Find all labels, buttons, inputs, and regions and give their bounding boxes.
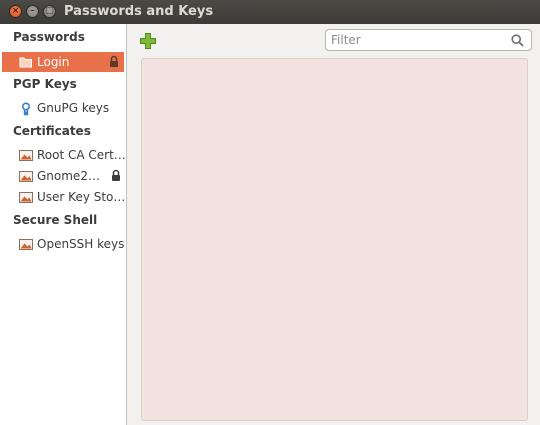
minimize-window-button[interactable]: – (26, 5, 39, 18)
lock-icon (109, 55, 119, 71)
section-certificates-heading: Certificates (13, 124, 91, 138)
title-bar[interactable]: × – □ Passwords and Keys (0, 0, 540, 24)
sidebar-item-login[interactable]: Login (2, 52, 124, 72)
certificate-icon (19, 238, 33, 250)
section-secure-shell-heading: Secure Shell (13, 213, 98, 227)
add-button[interactable] (139, 32, 157, 50)
certificate-icon (19, 170, 33, 182)
window-title: Passwords and Keys (64, 4, 214, 19)
sidebar: Passwords Login PGP Keys GnuPG keys Cert… (0, 24, 127, 425)
sidebar-item-label: Root CA Cert… (37, 148, 126, 162)
sidebar-item-label: GnuPG keys (37, 101, 110, 115)
sidebar-item-label: Login (37, 55, 70, 69)
folder-icon (19, 56, 33, 68)
certificate-icon (19, 191, 33, 203)
section-passwords-heading: Passwords (13, 30, 85, 44)
sidebar-item-label: Gnome2… (37, 169, 100, 183)
sidebar-item-root-ca-certificates[interactable]: Root CA Cert… (0, 145, 126, 165)
sidebar-item-user-key-storage[interactable]: User Key Sto… (0, 187, 126, 207)
search-icon[interactable] (511, 34, 524, 50)
lock-icon (111, 169, 121, 185)
maximize-window-button[interactable]: □ (43, 5, 56, 18)
key-icon (19, 102, 33, 116)
window: × – □ Passwords and Keys Passwords Login… (0, 0, 540, 425)
sidebar-item-openssh-keys[interactable]: OpenSSH keys (0, 234, 126, 254)
filter-input[interactable] (326, 33, 501, 47)
sidebar-item-gnupg-keys[interactable]: GnuPG keys (0, 98, 126, 118)
keyring-contents-pane[interactable] (141, 58, 528, 421)
close-window-button[interactable]: × (9, 5, 22, 18)
certificate-icon (19, 149, 33, 161)
section-pgp-keys-heading: PGP Keys (13, 77, 77, 91)
plus-icon (139, 33, 157, 53)
sidebar-item-label: OpenSSH keys (37, 237, 125, 251)
sidebar-item-gnome2-key-storage[interactable]: Gnome2… (0, 166, 126, 186)
filter-field[interactable] (325, 29, 532, 51)
sidebar-item-label: User Key Sto… (37, 190, 126, 204)
